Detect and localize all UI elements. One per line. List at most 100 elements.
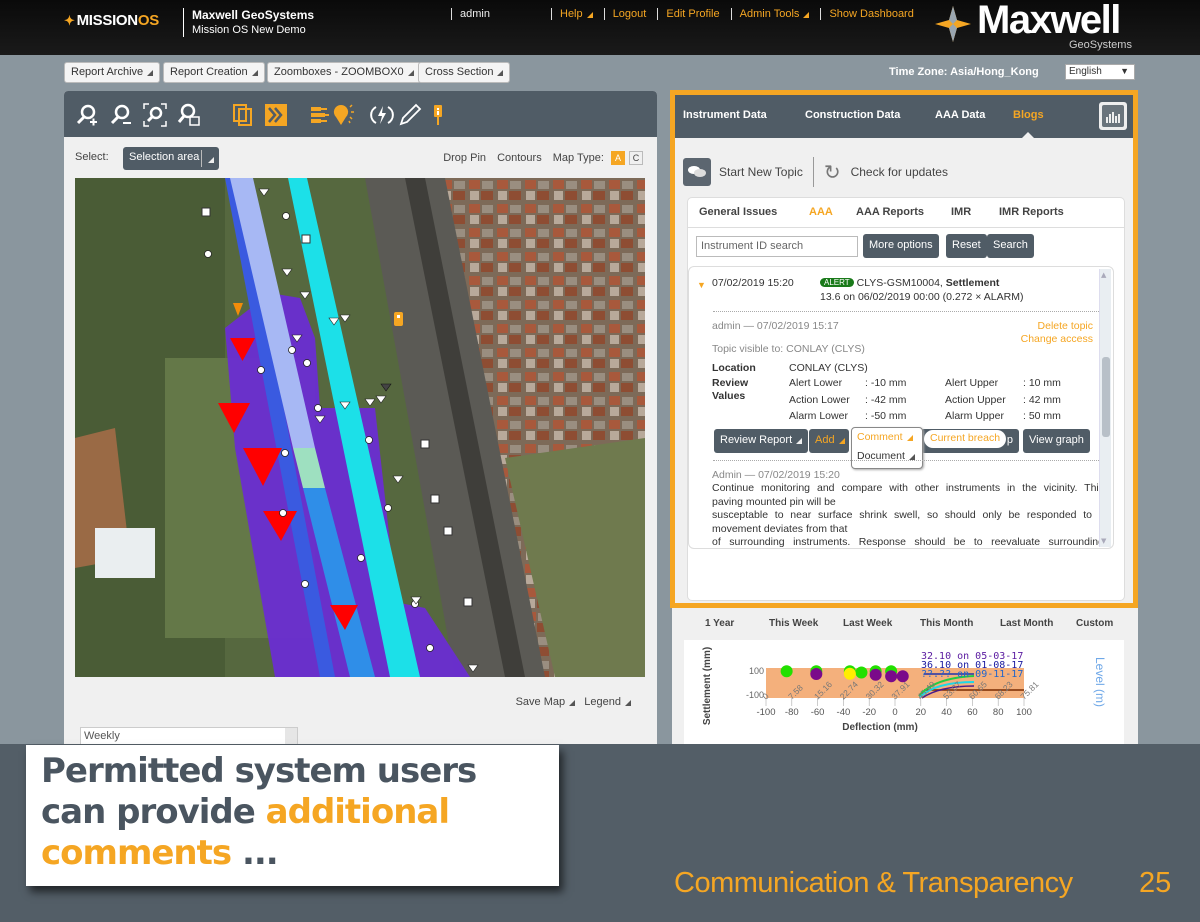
instrument-point[interactable] [303, 359, 311, 367]
period-select[interactable]: Weekly [80, 727, 298, 745]
reset-button[interactable]: Reset [946, 234, 987, 258]
forward-icon[interactable] [264, 103, 288, 127]
more-options-button[interactable]: More options [863, 234, 939, 258]
tab-instrument-data[interactable]: Instrument Data [683, 109, 767, 121]
instrument-point[interactable] [314, 404, 322, 412]
instrument-square[interactable] [201, 207, 211, 217]
zoom-extent-icon[interactable] [143, 103, 167, 127]
range-last-week[interactable]: Last Week [843, 618, 892, 629]
instrument-search-input[interactable]: Instrument ID search [696, 236, 858, 257]
zoom-out-icon[interactable] [109, 103, 133, 127]
instrument-point[interactable] [384, 504, 392, 512]
light-bulb-icon[interactable] [332, 103, 356, 127]
change-access-link[interactable]: Change access [1021, 333, 1093, 345]
alert-lower-label: Alert Lower [789, 377, 843, 389]
range-this-week[interactable]: This Week [769, 618, 818, 629]
x-tick-label: -100 [756, 707, 775, 718]
add-button[interactable]: Add [809, 429, 849, 453]
x-tick-label: -60 [811, 707, 825, 718]
refresh-icon[interactable]: ↻ [824, 160, 841, 185]
report-creation-button[interactable]: Report Creation [163, 62, 265, 83]
language-select[interactable]: English ▼ [1065, 64, 1135, 80]
cross-section-button[interactable]: Cross Section [418, 62, 511, 83]
tab-construction-data[interactable]: Construction Data [805, 109, 900, 121]
zoom-box-icon[interactable] [177, 103, 201, 127]
instrument-square[interactable] [463, 597, 473, 607]
instrument-point[interactable] [426, 644, 434, 652]
view-graph-button[interactable]: View graph [1023, 429, 1090, 453]
review-report-button[interactable]: Review Report [714, 429, 809, 453]
start-new-topic-button[interactable] [683, 158, 711, 186]
legend-link[interactable]: Legend [584, 696, 631, 708]
instrument-point[interactable] [357, 554, 365, 562]
button-label: Report Creation [170, 66, 248, 78]
scroll-down-icon[interactable]: ▼ [1101, 537, 1106, 545]
map-canvas[interactable] [75, 178, 645, 677]
instrument-square[interactable] [301, 234, 311, 244]
satellite-map[interactable] [75, 178, 645, 677]
help-link[interactable]: Help [560, 8, 593, 20]
delete-topic-link[interactable]: Delete topic [1038, 320, 1093, 332]
instrument-point[interactable] [288, 346, 296, 354]
map-type-a-button[interactable]: A [611, 151, 625, 165]
chart-panel: 1 Year This Week Last Week This Month La… [672, 608, 1138, 744]
zoom-in-icon[interactable] [75, 103, 99, 127]
lightning-icon[interactable] [370, 103, 394, 127]
edit-profile-link[interactable]: Edit Profile [666, 8, 719, 20]
scroll-thumb[interactable] [1102, 357, 1110, 437]
tab-aaa-data[interactable]: AAA Data [935, 109, 985, 121]
range-custom[interactable]: Custom [1076, 618, 1113, 629]
show-dashboard-link[interactable]: Show Dashboard [829, 8, 913, 20]
data-point-purple [869, 668, 882, 681]
drop-pin-link[interactable]: Drop Pin [443, 152, 486, 164]
instrument-point[interactable] [279, 509, 287, 517]
instrument-square[interactable] [430, 494, 440, 504]
instrument-point[interactable] [204, 250, 212, 258]
pencil-icon[interactable] [398, 103, 422, 127]
subtab-general-issues[interactable]: General Issues [699, 206, 777, 218]
instrument-point[interactable] [281, 449, 289, 457]
start-new-topic-label[interactable]: Start New Topic [719, 165, 803, 179]
deflection-chart: Settlement (mm) Level (m) Deflection (mm… [684, 640, 1124, 744]
instrument-point[interactable] [257, 366, 265, 374]
subtab-imr[interactable]: IMR [951, 206, 971, 218]
map-type-c-button[interactable]: C [629, 151, 643, 165]
collapse-icon[interactable]: ▼ [697, 280, 706, 290]
range-last-month[interactable]: Last Month [1000, 618, 1053, 629]
contours-link[interactable]: Contours [497, 152, 542, 164]
button-label: p [1006, 434, 1013, 446]
report-archive-button[interactable]: Report Archive [64, 62, 161, 83]
scroll-up-icon[interactable]: ▲ [1101, 271, 1106, 279]
admin-tools-link[interactable]: Admin Tools [740, 8, 810, 20]
check-updates-link[interactable]: Check for updates [851, 165, 948, 179]
chart-view-button[interactable] [1099, 102, 1127, 130]
subtab-aaa[interactable]: AAA [809, 206, 833, 218]
range-this-month[interactable]: This Month [920, 618, 973, 629]
action-upper-value: : 42 mm [1023, 394, 1061, 406]
instrument-id[interactable]: CLYS-GSM10004, [857, 277, 943, 289]
pin-icon[interactable] [426, 103, 450, 127]
legend-list-icon[interactable] [309, 103, 333, 127]
instrument-square[interactable] [420, 439, 430, 449]
subtab-aaa-reports[interactable]: AAA Reports [856, 206, 924, 218]
tab-blogs[interactable]: Blogs [1013, 109, 1044, 140]
topic-actions: Start New Topic ↻ Check for updates [683, 157, 948, 187]
instrument-point[interactable] [301, 580, 309, 588]
language-value: English [1069, 66, 1102, 77]
save-map-link[interactable]: Save Map [516, 696, 576, 708]
menu-label: Comment [857, 431, 903, 443]
pin-glyph [397, 315, 400, 318]
instrument-square[interactable] [443, 526, 453, 536]
entry-scrollbar[interactable]: ▲ ▼ [1099, 269, 1111, 547]
range-1-year[interactable]: 1 Year [705, 618, 734, 629]
search-button[interactable]: Search [987, 234, 1034, 258]
layers-icon[interactable] [231, 103, 255, 127]
selection-mode-dropdown[interactable]: Selection area [123, 147, 219, 170]
instrument-point[interactable] [365, 436, 373, 444]
add-comment-item[interactable]: Comment [857, 431, 913, 443]
dropped-pin-icon[interactable] [394, 312, 403, 326]
zoomboxes-button[interactable]: Zoomboxes - ZOOMBOX0 [267, 62, 421, 83]
logout-link[interactable]: Logout [613, 8, 647, 20]
subtab-imr-reports[interactable]: IMR Reports [999, 206, 1064, 218]
instrument-point[interactable] [282, 212, 290, 220]
